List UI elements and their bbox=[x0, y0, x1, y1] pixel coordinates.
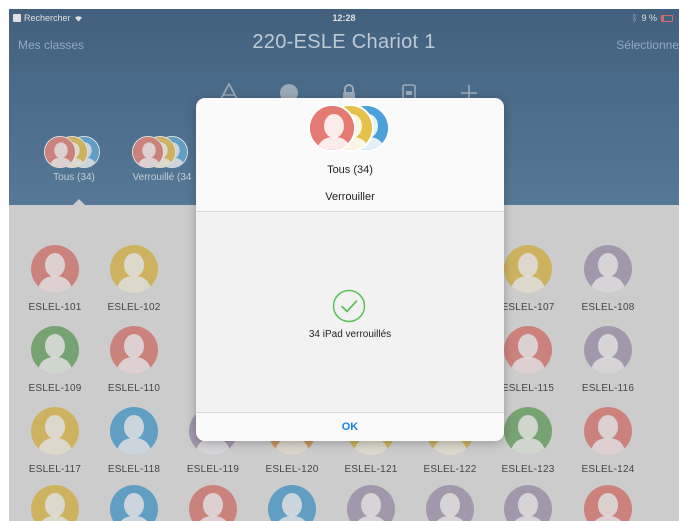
lock-result-dialog: Tous (34) Verrouiller 34 iPad verrouillé… bbox=[196, 98, 504, 441]
dialog-message: 34 iPad verrouillés bbox=[308, 329, 392, 340]
ok-button[interactable]: OK bbox=[196, 413, 504, 441]
checkmark-icon bbox=[332, 289, 366, 323]
dialog-avatar-stack bbox=[304, 104, 396, 154]
user-icon bbox=[308, 104, 356, 152]
dialog-group-label: Tous (34) bbox=[327, 164, 373, 176]
dialog-action-label: Verrouiller bbox=[325, 191, 375, 203]
dialog-body: 34 iPad verrouillés bbox=[196, 212, 504, 412]
ipad-screen: Rechercher 12:28 ᛒ 9 % Mes classes 220-E… bbox=[9, 9, 679, 521]
